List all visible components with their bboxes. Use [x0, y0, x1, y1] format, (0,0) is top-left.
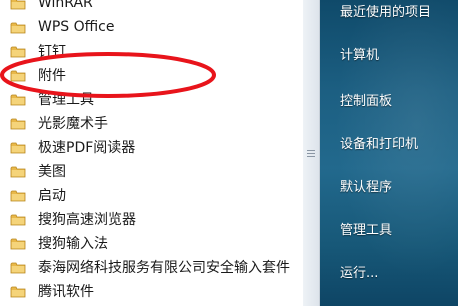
folder-icon [10, 261, 26, 274]
scroll-grip-icon[interactable] [307, 150, 315, 160]
program-label: 美图 [38, 164, 66, 180]
program-label: 腾讯软件 [38, 284, 94, 300]
folder-icon [10, 93, 26, 106]
folder-icon [10, 117, 26, 130]
program-folder-meitu[interactable]: 美图 [0, 159, 303, 183]
program-label: WPS Office [38, 19, 115, 35]
menu-default-programs[interactable]: 默认程序 [340, 176, 392, 195]
menu-control-panel[interactable]: 控制面板 [340, 90, 392, 109]
all-programs-panel: WinRAR WPS Office 钉钉 附件 管理工具 光影魔术手 极速PDF… [0, 0, 304, 306]
folder-icon [10, 45, 26, 58]
program-folder-accessories[interactable]: 附件 [0, 63, 303, 87]
menu-recent-items[interactable]: 最近使用的项目 [340, 1, 431, 20]
program-folder-dingding[interactable]: 钉钉 [0, 39, 303, 63]
program-folder-admin-tools[interactable]: 管理工具 [0, 87, 303, 111]
program-label: 光影魔术手 [38, 116, 108, 132]
menu-computer[interactable]: 计算机 [340, 44, 379, 63]
program-label: 钉钉 [38, 44, 66, 60]
menu-run[interactable]: 运行... [340, 262, 378, 281]
folder-icon [10, 213, 26, 226]
program-label: 附件 [38, 68, 66, 84]
program-folder-tencent[interactable]: 腾讯软件 [0, 279, 303, 303]
program-folder-nEO-iMAGING[interactable]: 光影魔术手 [0, 111, 303, 135]
program-list: WinRAR WPS Office 钉钉 附件 管理工具 光影魔术手 极速PDF… [0, 0, 303, 303]
program-label: 搜狗高速浏览器 [38, 212, 136, 228]
folder-icon [10, 69, 26, 82]
program-label: 启动 [38, 188, 66, 204]
menu-admin-tools[interactable]: 管理工具 [340, 219, 392, 238]
program-folder-sogou-browser[interactable]: 搜狗高速浏览器 [0, 207, 303, 231]
program-folder-pdf-reader[interactable]: 极速PDF阅读器 [0, 135, 303, 159]
program-folder-startup[interactable]: 启动 [0, 183, 303, 207]
program-folder-sogou-input[interactable]: 搜狗输入法 [0, 231, 303, 255]
program-label: 极速PDF阅读器 [38, 140, 136, 156]
program-label: 管理工具 [38, 92, 94, 108]
start-menu-right-pane: 最近使用的项目 计算机 控制面板 设备和打印机 默认程序 管理工具 运行... [320, 0, 458, 306]
program-label: WinRAR [38, 0, 93, 11]
program-folder-winrar[interactable]: WinRAR [0, 0, 303, 15]
folder-icon [10, 21, 26, 34]
folder-icon [10, 0, 26, 10]
folder-icon [10, 237, 26, 250]
folder-icon [10, 165, 26, 178]
folder-icon [10, 189, 26, 202]
program-folder-secure-input-suite[interactable]: 泰海网络科技服务有限公司安全输入套件 [0, 255, 303, 279]
folder-icon [10, 141, 26, 154]
program-label: 泰海网络科技服务有限公司安全输入套件 [38, 260, 290, 276]
program-label: 搜狗输入法 [38, 236, 108, 252]
folder-icon [10, 285, 26, 298]
scrollbar[interactable] [303, 0, 320, 306]
program-folder-wps-office[interactable]: WPS Office [0, 15, 303, 39]
menu-devices-printers[interactable]: 设备和打印机 [340, 133, 418, 152]
